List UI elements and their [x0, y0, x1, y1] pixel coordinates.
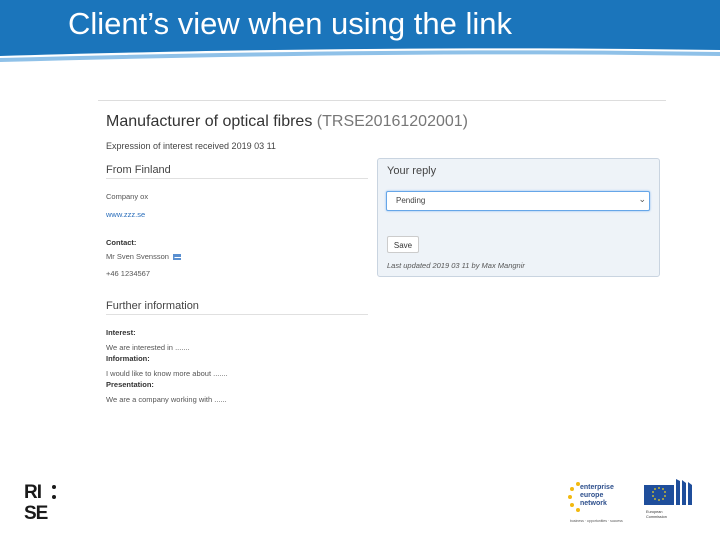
- expression-received-date: Expression of interest received 2019 03 …: [106, 141, 276, 151]
- interest-text: We are interested in .......: [106, 343, 190, 352]
- european-commission-logo: European Commission: [632, 477, 698, 523]
- information-label: Information:: [106, 354, 150, 363]
- ec-building-icon: [644, 479, 692, 505]
- information-text: I would like to know more about .......: [106, 369, 228, 378]
- presentation-text: We are a company working with ......: [106, 395, 227, 404]
- contact-phone: +46 1234567: [106, 269, 151, 278]
- een-tagline: business · opportunities · success: [570, 519, 623, 523]
- rise-logo: RI SE: [24, 483, 60, 527]
- save-button[interactable]: Save: [387, 236, 419, 253]
- enterprise-europe-network-logo: enterprise europe network business · opp…: [568, 476, 624, 526]
- reply-panel: Your reply Pending ⌄ Save Last updated 2…: [377, 158, 660, 277]
- record-code: (TRSE20161202001): [316, 113, 468, 130]
- interest-label: Interest:: [106, 328, 136, 337]
- record-heading: Manufacturer of optical fibres (TRSE2016…: [106, 113, 468, 131]
- further-section-title: Further information: [106, 300, 199, 312]
- mail-icon[interactable]: [173, 254, 182, 261]
- chevron-down-icon: ⌄: [638, 194, 646, 204]
- top-divider: [98, 100, 666, 101]
- rise-logo-line2: SE: [24, 503, 48, 524]
- reply-status-select[interactable]: Pending ⌄: [386, 191, 650, 211]
- rise-dot: [52, 495, 56, 499]
- company-website-link[interactable]: www.zzz.se: [106, 210, 145, 219]
- contact-label: Contact:: [106, 238, 137, 247]
- expression-of-interest-view: Manufacturer of optical fibres (TRSE2016…: [98, 100, 666, 410]
- slide-title: Client’s view when using the link: [68, 6, 512, 41]
- rise-logo-line1: RI: [24, 482, 42, 503]
- from-section-divider: [106, 178, 368, 179]
- rise-dot: [52, 485, 56, 489]
- reply-title: Your reply: [387, 165, 437, 177]
- contact-row: Mr Sven Svensson: [106, 252, 182, 261]
- further-section-divider: [106, 314, 368, 315]
- een-line3: network: [580, 500, 607, 507]
- contact-name: Mr Sven Svensson: [106, 252, 169, 261]
- reply-status-value: Pending: [396, 196, 426, 205]
- ec-line1: European: [646, 510, 663, 514]
- company-name: Company ox: [106, 192, 149, 201]
- een-line2: europe: [580, 492, 604, 499]
- ec-line2: Commission: [646, 515, 667, 519]
- presentation-label: Presentation:: [106, 380, 154, 389]
- from-section-title: From Finland: [106, 164, 171, 176]
- last-updated: Last updated 2019 03 11 by Max Mangnir: [387, 261, 525, 270]
- record-title: Manufacturer of optical fibres: [106, 113, 313, 130]
- een-line1: enterprise: [580, 484, 614, 491]
